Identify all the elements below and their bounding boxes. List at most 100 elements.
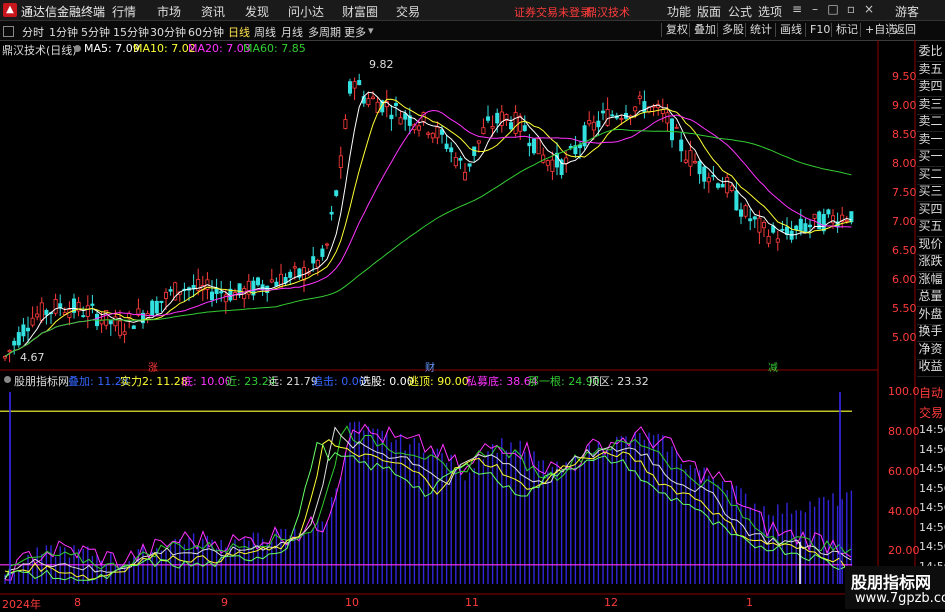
candle-body-105 [485,116,490,121]
ind-far: 远: 21.79 [268,375,318,388]
candle-body-184 [849,211,854,223]
candle-body-79 [366,98,371,105]
ind-top-zone: 顶区: 23.32 [588,375,649,388]
candle-body-23 [108,320,113,325]
candle-body-3 [16,332,21,346]
candle-body-137 [633,106,638,112]
candle-body-164 [757,217,762,233]
sub-y-tick-40: 40.00 [888,505,920,518]
candle-body-94 [435,126,440,139]
candle-body-119 [550,159,555,172]
candle-body-35 [163,291,168,299]
candle-body-45 [209,291,214,301]
y-tick-950: 9.50 [892,70,917,83]
trade-side-label-2: 14:56 [919,423,945,436]
y-tick-700: 7.00 [892,215,917,228]
candle-body-156 [720,183,725,188]
candle-body-62 [288,271,293,278]
candle-body-63 [292,266,297,269]
candle-body-8 [39,302,44,321]
candle-body-111 [513,112,518,134]
candle-body-148 [683,159,688,163]
watermark-name: 股朋指标网 [851,573,932,592]
candle-body-17 [81,315,86,318]
trade-side-label-1[interactable]: 交易 [919,404,943,421]
marker-finance[interactable]: 财 [425,359,435,374]
x-label-dec: 12 [604,596,618,609]
candle-body-47 [219,291,224,294]
marker-reduce[interactable]: 减 [768,359,778,374]
ind-select: 选股: 0.00 [360,375,414,388]
candle-body-21 [99,319,104,325]
candle-body-33 [154,300,159,314]
candle-body-117 [541,154,546,163]
candle-body-147 [679,139,684,152]
x-label-2024: 2024年 [2,598,41,611]
watermark: 股朋指标网 www.7gpzb.com [845,566,945,609]
candle-body-76 [352,81,357,89]
candle-body-25 [118,320,123,336]
candle-body-116 [536,138,541,155]
ind-private-bottom: 私募底: 38.64 [466,375,538,388]
candle-body-77 [357,80,362,86]
candle-body-2 [12,340,17,346]
candle-body-138 [637,95,642,99]
candle-body-163 [752,216,757,220]
candle-body-169 [780,228,785,231]
trade-side-label-8: 14:56 [919,540,945,553]
y-tick-500: 5.00 [892,331,917,344]
x-label-aug: 8 [74,596,81,609]
candle-body-73 [338,155,343,168]
candle-body-127 [587,120,592,125]
candle-body-26 [122,331,127,335]
x-label-sep: 9 [221,596,228,609]
y-tick-800: 8.00 [892,157,917,170]
candle-body-7 [35,313,40,318]
candle-body-158 [729,185,734,192]
indicator-bars [4,421,853,584]
candle-body-71 [329,211,334,215]
candle-body-97 [449,147,454,153]
candle-body-9 [44,309,49,316]
candle-body-118 [545,160,550,166]
candle-body-18 [85,305,90,317]
candle-body-145 [670,118,675,141]
candle-body-55 [255,277,260,286]
candle-body-99 [458,157,463,161]
candle-body-172 [794,225,799,231]
y-tick-650: 6.50 [892,244,917,257]
candle-body-96 [444,143,449,149]
candle-body-92 [426,132,431,135]
candle-body-6 [30,317,35,326]
marker-rise[interactable]: 涨 [148,359,158,374]
candle-body-34 [159,300,164,303]
indicator-dot-icon[interactable] [4,376,11,383]
trade-side-label-0[interactable]: 自动 [919,384,943,401]
candle-body-157 [725,177,730,194]
candle-body-58 [269,279,274,283]
candle-body-24 [113,316,118,327]
candle-body-159 [734,190,739,211]
ind-chase: 追击: 0.00 [312,375,366,388]
candle-body-100 [462,171,467,181]
candle-body-19 [90,303,95,306]
candle-body-144 [665,112,670,124]
candle-body-173 [798,218,803,231]
y-tick-600: 6.00 [892,273,917,286]
kline-chart[interactable] [0,0,945,609]
candle-body-162 [748,218,753,222]
indicator-lines [0,392,852,584]
candle-body-166 [766,235,771,244]
candle-body-74 [343,119,348,129]
candle-body-115 [532,138,537,154]
candle-body-143 [660,109,665,114]
candle-body-178 [821,214,826,232]
x-label-jan: 1 [746,596,753,609]
candle-body-153 [706,177,711,183]
candle-body-152 [702,166,707,182]
candle-body-59 [274,281,279,287]
sub-y-tick-60: 60.00 [888,465,920,478]
trade-side-label-3: 14:56 [919,442,945,456]
candle-body-50 [232,292,237,300]
candle-body-110 [508,122,513,130]
